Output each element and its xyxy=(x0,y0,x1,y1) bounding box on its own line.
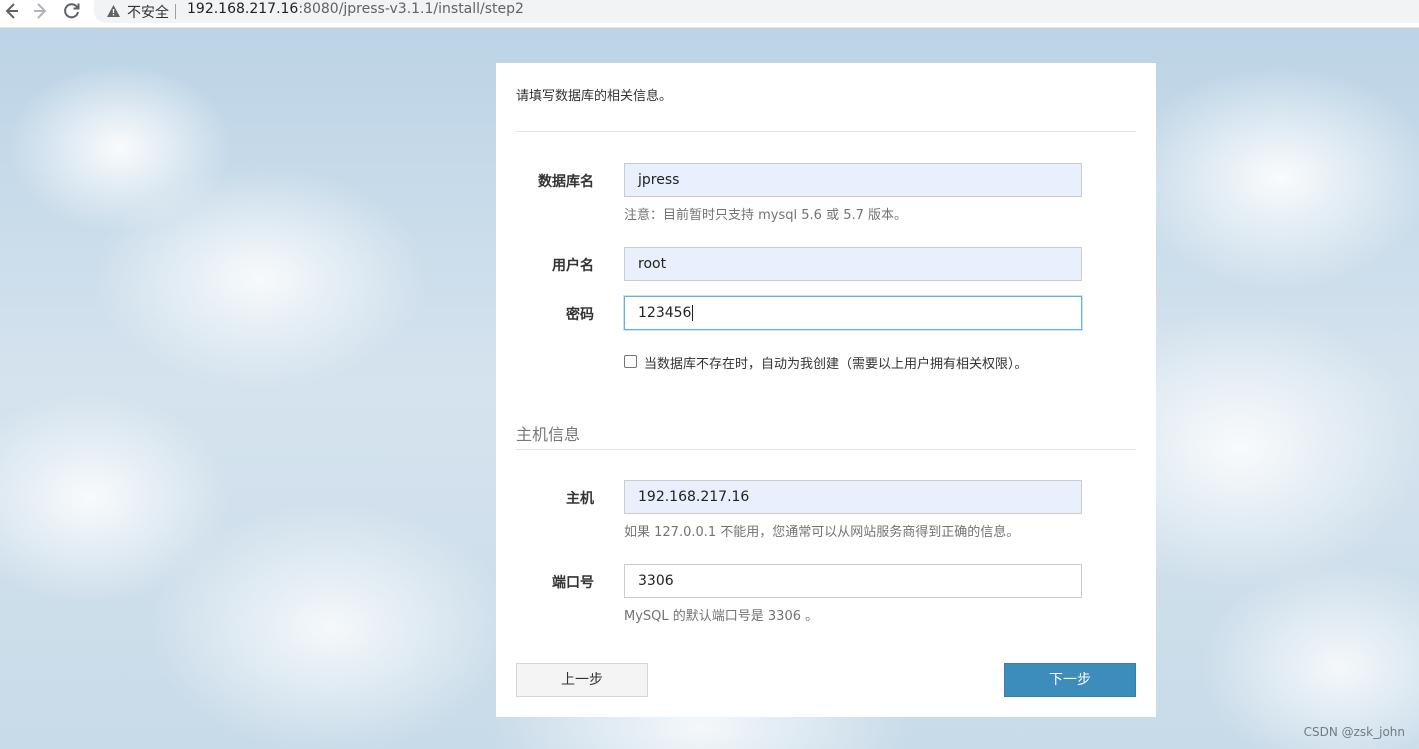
intro-text: 请填写数据库的相关信息。 xyxy=(516,89,673,104)
next-step-button[interactable]: 下一步 xyxy=(1004,663,1136,697)
host-input[interactable]: 192.168.217.16 xyxy=(624,480,1082,514)
reload-icon[interactable] xyxy=(61,0,83,22)
host-value: 192.168.217.16 xyxy=(638,489,750,505)
forward-icon[interactable] xyxy=(30,0,52,22)
browser-toolbar: 不安全 192.168.217.16:8080/jpress-v3.1.1/in… xyxy=(0,0,1419,28)
install-panel: 请填写数据库的相关信息。 数据库名 jpress 注意：目前暂时只支持 mysq… xyxy=(496,63,1156,717)
divider xyxy=(516,131,1136,132)
prev-step-button[interactable]: 上一步 xyxy=(516,663,648,697)
db-name-value: jpress xyxy=(638,172,680,188)
password-value: 123456 xyxy=(638,305,692,321)
auto-create-label[interactable]: 当数据库不存在时，自动为我创建（需要以上用户拥有相关权限）。 xyxy=(644,353,1028,372)
address-separator xyxy=(175,4,176,19)
address-bar[interactable]: 不安全 192.168.217.16:8080/jpress-v3.1.1/in… xyxy=(94,0,1419,23)
password-input[interactable]: 123456 xyxy=(624,296,1082,330)
host-help: 如果 127.0.0.1 不能用，您通常可以从网站服务商得到正确的信息。 xyxy=(624,525,1020,540)
password-label: 密码 xyxy=(566,307,594,323)
db-name-input[interactable]: jpress xyxy=(624,163,1082,197)
db-name-label: 数据库名 xyxy=(538,174,594,190)
db-name-help: 注意：目前暂时只支持 mysql 5.6 或 5.7 版本。 xyxy=(624,208,908,223)
text-caret xyxy=(692,305,694,321)
watermark: CSDN @zsk_john xyxy=(1303,725,1405,739)
username-label: 用户名 xyxy=(552,258,594,274)
url-host: 192.168.217.16 xyxy=(187,1,299,17)
url-text[interactable]: 192.168.217.16:8080/jpress-v3.1.1/instal… xyxy=(187,1,524,17)
port-input[interactable]: 3306 xyxy=(624,564,1082,598)
host-label: 主机 xyxy=(566,491,594,507)
port-help: MySQL 的默认端口号是 3306 。 xyxy=(624,609,819,624)
host-section-title: 主机信息 xyxy=(516,425,581,444)
security-label[interactable]: 不安全 xyxy=(127,2,169,22)
port-value: 3306 xyxy=(638,573,674,589)
auto-create-checkbox[interactable] xyxy=(624,355,637,368)
username-value: root xyxy=(638,256,667,272)
back-icon[interactable] xyxy=(0,0,22,22)
section-divider xyxy=(516,449,1136,450)
url-path: :8080/jpress-v3.1.1/install/step2 xyxy=(298,1,524,17)
username-input[interactable]: root xyxy=(624,247,1082,281)
warning-icon[interactable] xyxy=(106,3,121,22)
port-label: 端口号 xyxy=(552,575,594,591)
